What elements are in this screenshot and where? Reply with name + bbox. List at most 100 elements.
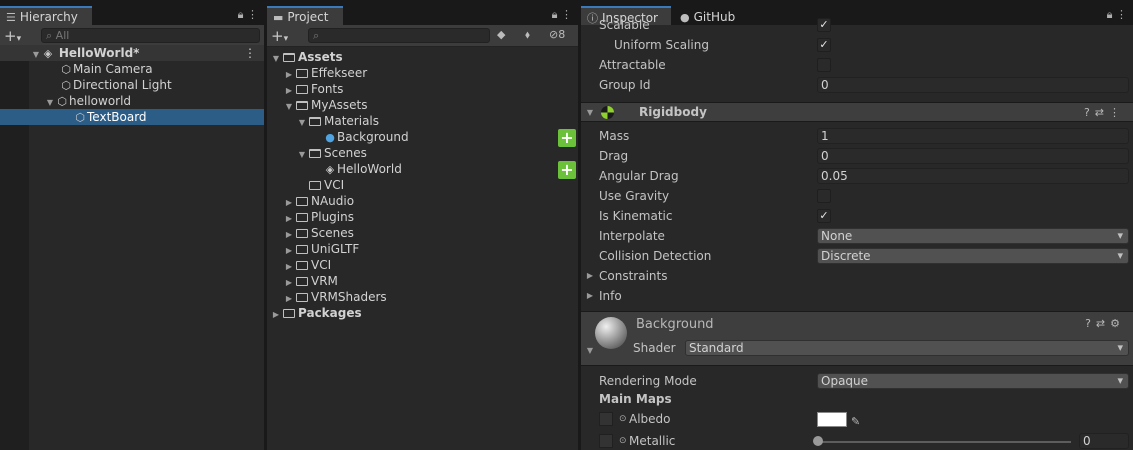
constraints-row[interactable]: ▶ Constraints [581,266,1133,286]
rendering-mode-row: Rendering Mode Opaque [581,371,1133,391]
rigidbody-header-icons: ?⇄⋮ [1084,103,1125,122]
tree-item-unigltf[interactable]: ▶ UniGLTF [267,241,578,257]
tree-item-vrmshaders[interactable]: ▶ VRMShaders [267,289,578,305]
angular-drag-field[interactable]: 0.05 [817,168,1129,184]
mass-field[interactable]: 1 [817,128,1129,144]
group-id-field[interactable]: 0 [817,77,1129,93]
help-icon[interactable]: ? [1084,106,1095,119]
interpolate-dropdown[interactable]: None [817,228,1129,244]
metallic-value-field[interactable]: 0 [1079,433,1129,449]
hierarchy-item-textboard[interactable]: ⬡ TextBoard [0,109,264,125]
folder-icon [296,229,308,238]
info-row[interactable]: ▶ Info [581,286,1133,306]
unity-scene-icon: ◈ [43,47,53,60]
hierarchy-item-main-camera[interactable]: ⬡ Main Camera [0,61,264,77]
tree-item-helloworld-scene[interactable]: ◈ HelloWorld [267,161,578,177]
more-vertical-icon[interactable]: ⋮ [1109,106,1125,119]
project-tab-menu[interactable]: 🔒︎ ⋮ [552,8,572,22]
project-tabbar: ▬ Project 🔒︎ ⋮ [267,6,578,25]
collapse-triangle-icon[interactable]: ▶ [585,286,595,306]
tree-item-vrm[interactable]: ▶ VRM [267,273,578,289]
more-vertical-icon[interactable]: ⋮ [247,8,258,21]
folder-icon [296,277,308,286]
shader-dropdown[interactable]: Standard [685,340,1129,356]
folder-icon [296,69,308,78]
tab-hierarchy[interactable]: ☰ Hierarchy [0,6,92,25]
add-object-button[interactable]: +▾ [4,27,21,45]
group-id-row: Group Id 0 [581,75,1133,95]
project-search-input[interactable]: ⌕ [308,28,490,43]
collision-detection-dropdown[interactable]: Discrete [817,248,1129,264]
tree-item-packages[interactable]: ▶ Packages [267,305,578,321]
collapse-triangle-icon[interactable]: ▶ [585,266,595,286]
mass-row: Mass 1 [581,126,1133,146]
target-icon[interactable]: ⊙ [619,431,627,450]
filter-by-label-icon[interactable]: ⬧ [525,28,530,42]
metallic-texture-slot[interactable] [599,434,613,448]
tree-item-assets[interactable]: ▼ Assets [267,49,578,65]
scalable-checkbox[interactable]: ✓ [817,18,831,32]
attractable-checkbox[interactable] [817,58,831,72]
cube-icon: ⬡ [61,63,71,76]
plus-icon: + [560,128,574,147]
hierarchy-item-helloworld[interactable]: ▼ ⬡ helloworld [0,93,264,109]
lock-icon[interactable]: 🔒︎ [552,8,558,21]
use-gravity-row: Use Gravity [581,186,1133,206]
tree-item-fonts[interactable]: ▶ Fonts [267,81,578,97]
is-kinematic-checkbox[interactable]: ✓ [817,209,831,223]
uniform-scaling-row: Uniform Scaling ✓ [581,35,1133,55]
tree-item-plugins[interactable]: ▶ Plugins [267,209,578,225]
rendering-mode-dropdown[interactable]: Opaque [817,373,1129,389]
hidden-packages-toggle[interactable]: ⊘8 [549,28,565,41]
eyedropper-icon[interactable]: ✎ [851,412,860,432]
folder-icon [296,85,308,94]
help-icon[interactable]: ? [1085,317,1096,330]
expand-triangle-icon[interactable]: ▼ [585,346,595,355]
plus-icon: + [560,160,574,179]
gear-icon[interactable]: ⚙ [1110,317,1125,330]
hierarchy-search-input[interactable]: ⌕ All [41,28,260,43]
albedo-texture-slot[interactable] [599,412,613,426]
tree-item-scenes[interactable]: ▶ Scenes [267,225,578,241]
create-asset-button[interactable]: +▾ [271,27,288,45]
folder-icon [283,309,295,318]
expand-triangle-icon[interactable]: ▼ [585,103,595,122]
hierarchy-toolbar: +▾ ⌕ All [0,25,264,47]
metallic-slider-track[interactable] [819,441,1071,443]
scene-menu-icon[interactable]: ⋮ [244,45,256,61]
tree-item-effekseer[interactable]: ▶ Effekseer [267,65,578,81]
filter-by-type-icon[interactable]: ◆ [497,28,505,41]
albedo-color-swatch[interactable] [817,412,847,427]
project-toolbar: +▾ ⌕ ◆ ⬧ ⊘8 [267,25,578,47]
presets-icon[interactable]: ⇄ [1096,317,1110,330]
hierarchy-tab-menu[interactable]: 🔒︎ ⋮ [238,8,258,22]
folder-icon [309,181,321,190]
presets-icon[interactable]: ⇄ [1095,106,1109,119]
tab-project[interactable]: ▬ Project [267,6,343,25]
more-vertical-icon[interactable]: ⋮ [561,8,572,21]
tree-item-background[interactable]: ● Background [267,129,578,145]
drag-field[interactable]: 0 [817,148,1129,164]
add-scene-button[interactable]: + [558,161,576,179]
use-gravity-checkbox[interactable] [817,189,831,203]
search-icon: ⌕ [313,29,320,42]
collapse-triangle-icon[interactable]: ▶ [271,307,281,323]
material-header: Background ?⇄⚙ ▼ Shader Standard [581,311,1133,366]
tree-item-naudio[interactable]: ▶ NAudio [267,193,578,209]
tree-item-myassets[interactable]: ▼ MyAssets [267,97,578,113]
metallic-slider-knob[interactable] [813,436,823,446]
uniform-scaling-checkbox[interactable]: ✓ [817,38,831,52]
tree-item-vci-sub[interactable]: VCI [267,177,578,193]
hierarchy-item-directional-light[interactable]: ⬡ Directional Light [0,77,264,93]
scene-row[interactable]: ▼ ◈ HelloWorld* ⋮ [0,45,264,61]
target-icon[interactable]: ⊙ [619,409,627,429]
tree-item-vci[interactable]: ▶ VCI [267,257,578,273]
lock-icon[interactable]: 🔒︎ [238,8,244,21]
tree-item-scenes-sub[interactable]: ▼ Scenes [267,145,578,161]
add-material-button[interactable]: + [558,129,576,147]
folder-icon [296,261,308,270]
folder-open-icon [309,149,321,158]
rigidbody-header[interactable]: ▼ Rigidbody ?⇄⋮ [581,102,1133,122]
folder-icon [296,245,308,254]
tree-item-materials[interactable]: ▼ Materials [267,113,578,129]
